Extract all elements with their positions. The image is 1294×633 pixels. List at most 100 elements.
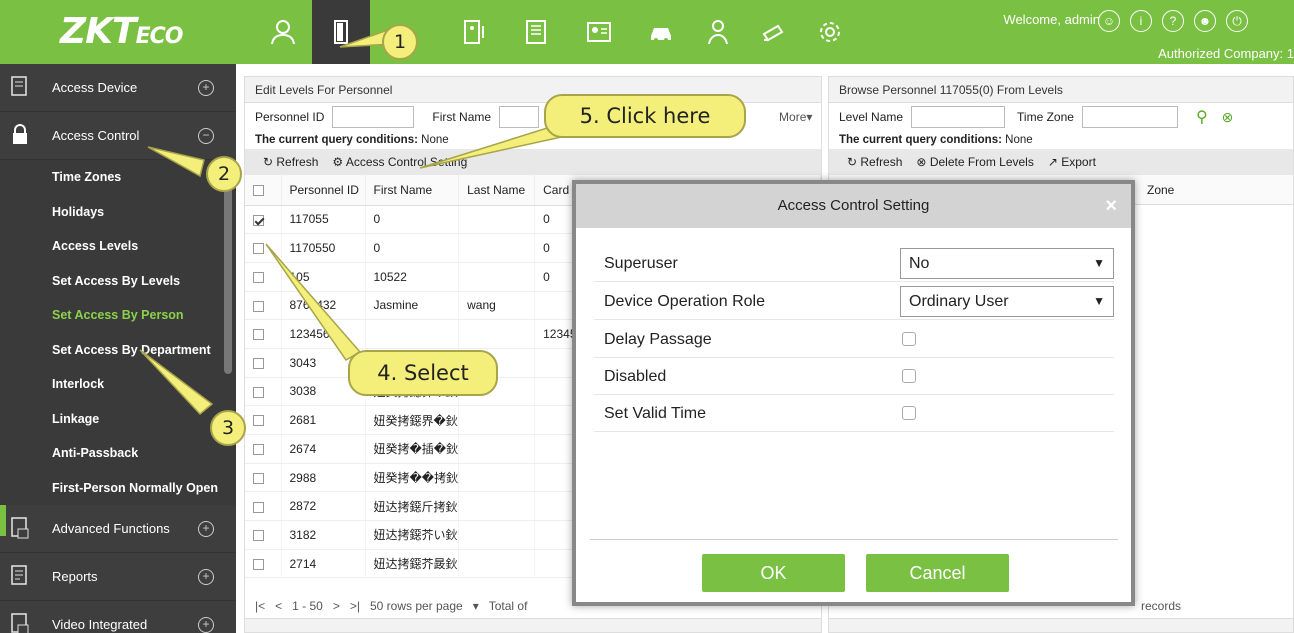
device-operation-role-select[interactable]: Ordinary User ▼ — [900, 286, 1114, 317]
row-select-cell[interactable] — [245, 291, 282, 321]
pager-prev-icon[interactable]: < — [275, 599, 282, 613]
row-checkbox[interactable] — [253, 386, 264, 398]
access-control-setting-button[interactable]: ⚙ Access Control Setting — [332, 149, 467, 175]
row-select-cell[interactable] — [245, 434, 282, 464]
personnel-id-input[interactable] — [332, 106, 415, 128]
more-dropdown[interactable]: More▾ — [779, 110, 812, 124]
column-header[interactable]: First Name — [365, 175, 460, 206]
row-select-cell[interactable] — [245, 491, 282, 522]
delay-passage-checkbox[interactable] — [902, 332, 916, 346]
sidebar-section-access-control[interactable]: Access Control − — [0, 112, 236, 160]
access-door-icon[interactable] — [312, 0, 370, 64]
row-select-cell[interactable] — [245, 233, 282, 263]
sidebar-item-time-zones[interactable]: Time Zones — [0, 160, 236, 195]
row-select-cell[interactable] — [245, 319, 282, 349]
sidebar-item-set-access-by-person[interactable]: Set Access By Person — [0, 298, 236, 333]
row-select-cell[interactable] — [245, 205, 282, 235]
close-icon[interactable]: × — [1105, 184, 1117, 228]
search-icon[interactable]: ⚲ — [1196, 107, 1208, 127]
settings-icon[interactable] — [805, 0, 855, 64]
user-profile-icon[interactable]: ☺ — [1098, 10, 1120, 32]
table-cell: 10522 — [365, 262, 460, 292]
select-all-checkbox[interactable] — [253, 185, 264, 197]
visitor-icon[interactable] — [574, 0, 624, 64]
attendance-icon[interactable] — [449, 0, 499, 64]
row-checkbox[interactable] — [253, 444, 264, 456]
row-checkbox[interactable] — [253, 272, 264, 284]
sidebar-item-access-levels[interactable]: Access Levels — [0, 229, 236, 264]
export-button[interactable]: ↗ Export — [1048, 149, 1096, 175]
row-checkbox[interactable] — [253, 415, 264, 427]
rows-per-page-select[interactable]: 50 rows per page — [370, 599, 463, 613]
patrol-icon[interactable] — [693, 0, 743, 64]
ok-button[interactable]: OK — [702, 554, 845, 592]
disabled-checkbox[interactable] — [902, 369, 916, 383]
sidebar-item-set-access-by-department[interactable]: Set Access By Department — [0, 332, 236, 367]
sidebar-section-advanced-functions[interactable]: Advanced Functions + — [0, 505, 236, 553]
row-checkbox[interactable] — [253, 472, 264, 484]
row-checkbox[interactable] — [253, 530, 264, 542]
disabled-label: Disabled — [604, 368, 667, 385]
chevron-down-icon[interactable]: ▾ — [473, 599, 479, 613]
row-select-cell[interactable] — [245, 348, 282, 378]
sidebar-item-anti-passback[interactable]: Anti-Passback — [0, 436, 236, 471]
delete-from-levels-button[interactable]: ⊗ Delete From Levels — [916, 149, 1033, 175]
column-header[interactable]: Personnel ID — [281, 175, 366, 206]
time-zone-input[interactable] — [1081, 106, 1178, 128]
sidebar-section-reports[interactable]: Reports + — [0, 553, 236, 601]
set-valid-time-checkbox[interactable] — [902, 406, 916, 420]
sidebar-section-video-integrated[interactable]: Video Integrated + — [0, 601, 236, 633]
refresh-button[interactable]: ↻ Refresh — [847, 149, 902, 175]
pager-first-icon[interactable]: |< — [255, 599, 265, 613]
sidebar-scrollbar[interactable] — [224, 174, 232, 374]
pager-last-icon[interactable]: >| — [350, 599, 360, 613]
video-icon[interactable] — [749, 0, 799, 64]
row-checkbox[interactable] — [253, 243, 264, 255]
collapse-icon[interactable]: − — [198, 128, 214, 144]
account-icon[interactable]: ☻ — [1194, 10, 1216, 32]
horizontal-scrollbar[interactable] — [245, 618, 821, 632]
row-checkbox[interactable] — [253, 300, 264, 312]
info-icon[interactable]: i — [1130, 10, 1152, 32]
clear-icon[interactable]: ⊗ — [1222, 109, 1234, 126]
column-header[interactable]: Last Name — [458, 175, 536, 206]
row-select-cell[interactable] — [245, 549, 282, 579]
select-all-header[interactable] — [245, 175, 282, 206]
row-select-cell[interactable] — [245, 520, 282, 550]
sidebar-item-interlock[interactable]: Interlock — [0, 367, 236, 402]
row-select-cell[interactable] — [245, 405, 282, 435]
help-icon[interactable]: ? — [1162, 10, 1184, 32]
power-icon[interactable]: ⏻ — [1226, 10, 1248, 32]
row-checkbox[interactable] — [253, 501, 264, 513]
cancel-button[interactable]: Cancel — [866, 554, 1009, 592]
pager-next-icon[interactable]: > — [333, 599, 340, 613]
superuser-select[interactable]: No ▼ — [900, 248, 1114, 279]
row-select-cell[interactable] — [245, 463, 282, 493]
row-select-cell[interactable] — [245, 377, 282, 407]
sidebar-item-first-person-normally-open[interactable]: First-Person Normally Open — [0, 470, 236, 505]
row-checkbox[interactable] — [253, 558, 264, 570]
parking-icon[interactable] — [636, 0, 686, 64]
expand-icon[interactable]: + — [198, 521, 214, 537]
sidebar-section-access-device[interactable]: Access Device + — [0, 64, 236, 112]
table-cell — [458, 405, 536, 435]
elevator-icon[interactable] — [511, 0, 561, 64]
expand-icon[interactable]: + — [198, 569, 214, 585]
table-cell — [458, 262, 536, 292]
sidebar-item-holidays[interactable]: Holidays — [0, 194, 236, 229]
first-name-input[interactable] — [499, 106, 540, 128]
expand-icon[interactable]: + — [198, 80, 214, 96]
horizontal-scrollbar[interactable] — [829, 618, 1293, 632]
device-operation-role-label: Device Operation Role — [604, 293, 765, 310]
sidebar-item-linkage[interactable]: Linkage — [0, 401, 236, 436]
row-checkbox[interactable] — [253, 214, 264, 226]
table-cell: 8765432 — [281, 291, 366, 321]
refresh-button[interactable]: ↻ Refresh — [263, 149, 318, 175]
row-select-cell[interactable] — [245, 262, 282, 292]
row-checkbox[interactable] — [253, 358, 264, 370]
level-name-input[interactable] — [911, 106, 1006, 128]
personnel-icon[interactable] — [258, 0, 308, 64]
expand-icon[interactable]: + — [198, 617, 214, 633]
sidebar-item-set-access-by-levels[interactable]: Set Access By Levels — [0, 263, 236, 298]
row-checkbox[interactable] — [253, 329, 264, 341]
